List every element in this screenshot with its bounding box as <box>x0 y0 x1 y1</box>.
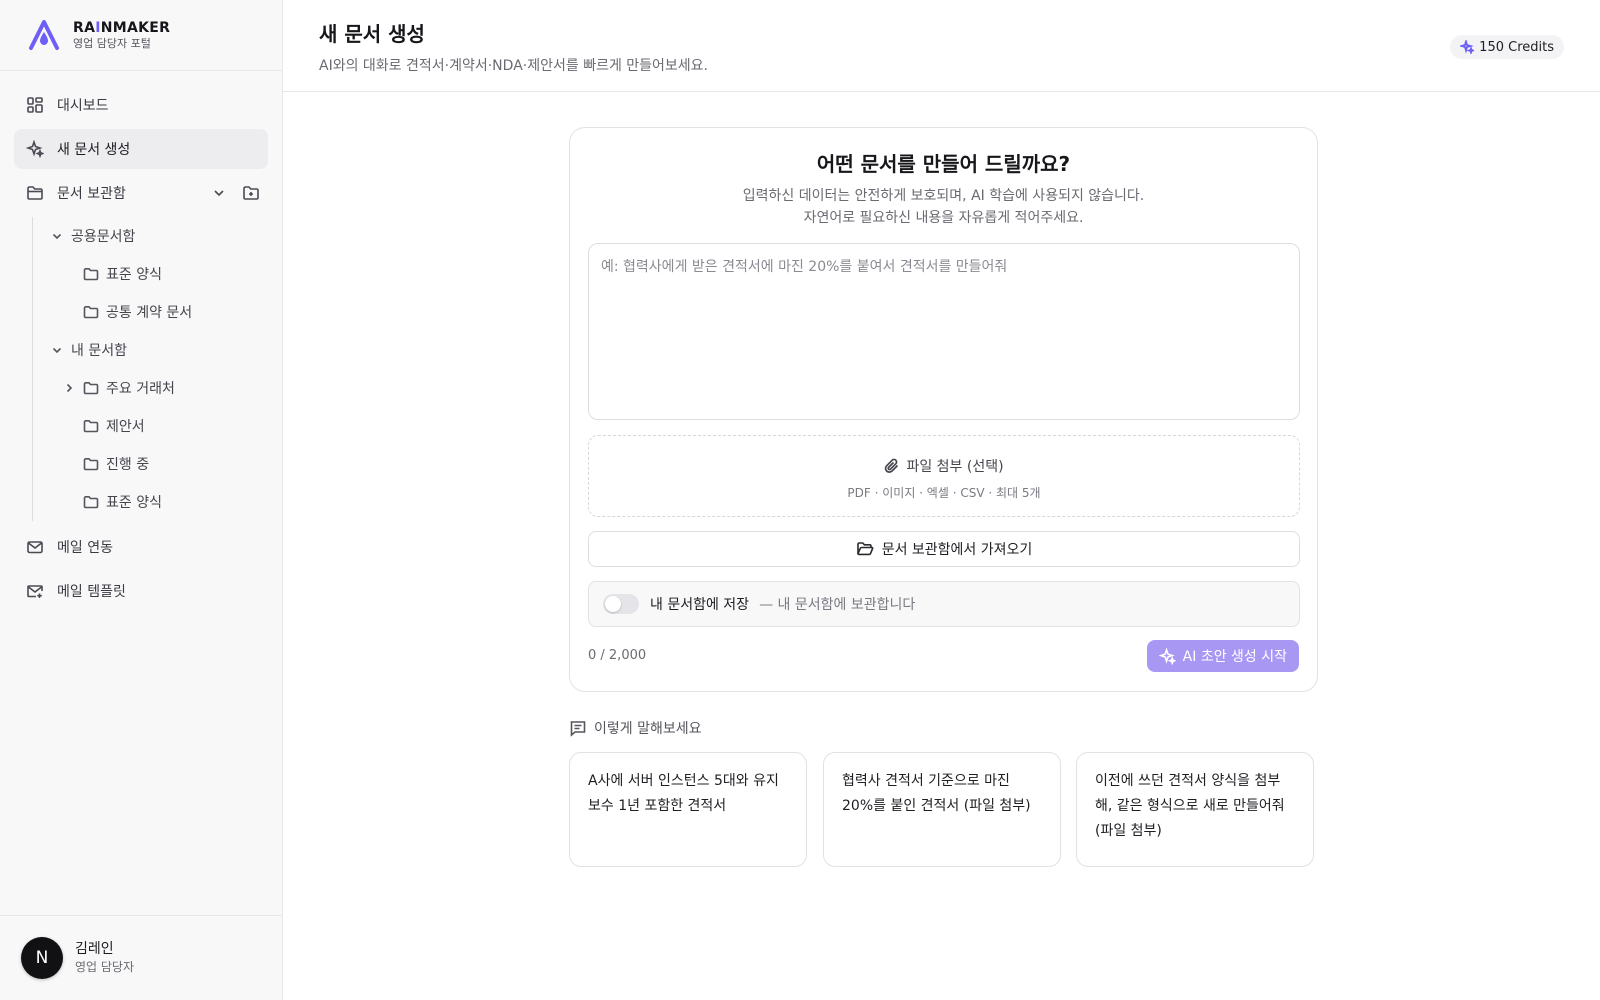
brand-text: RAINMAKER 영업 담당자 포털 <box>73 20 170 51</box>
tree-folder-my-standard-form[interactable]: 표준 양식 <box>37 483 268 521</box>
composer-description-line: 자연어로 필요하신 내용을 자유롭게 적어주세요. <box>803 210 1084 226</box>
save-toggle-hint: — 내 문서함에 보관합니다 <box>759 597 916 613</box>
tree-folder-common-contracts[interactable]: 공통 계약 문서 <box>37 293 268 331</box>
example-prompt-card[interactable]: A사에 서버 인스턴스 5대와 유지보수 1년 포함한 견적서 <box>569 752 807 867</box>
tree-folder-label: 주요 거래처 <box>106 381 175 397</box>
tree-folder-shared[interactable]: 공용문서함 <box>37 217 268 255</box>
file-attach-dropzone[interactable]: 파일 첨부 (선택) PDF · 이미지 · 엑셀 · CSV · 최대 5개 <box>588 435 1300 517</box>
archive-tree: 공용문서함 표준 양식 공통 계약 문서 내 문서함 주요 거래처 제안서 진행… <box>32 217 268 521</box>
folder-icon <box>83 306 99 319</box>
brand[interactable]: RAINMAKER 영업 담당자 포털 <box>0 0 282 71</box>
folder-icon <box>83 496 99 509</box>
tree-folder-label: 진행 중 <box>106 457 150 473</box>
generate-draft-button[interactable]: AI 초안 생성 시작 <box>1146 640 1299 672</box>
tree-folder-label: 공통 계약 문서 <box>106 305 193 321</box>
sidebar-item-label: 문서 보관함 <box>57 186 126 202</box>
prompt-input[interactable] <box>588 243 1300 420</box>
tree-folder-label: 표준 양식 <box>106 267 162 283</box>
tree-folder-label: 표준 양식 <box>106 495 162 511</box>
chevron-down-icon <box>52 347 62 354</box>
user-role: 영업 담당자 <box>75 960 135 974</box>
sidebar-item-new-document[interactable]: 새 문서 생성 <box>14 129 268 169</box>
composer-title: 어떤 문서를 만들어 드릴까요? <box>816 152 1071 176</box>
sidebar-item-label: 대시보드 <box>57 98 109 114</box>
user-info: 김레인 영업 담당자 <box>75 940 134 976</box>
page-title: 새 문서 생성 <box>319 22 425 46</box>
main-content: 새 문서 생성 AI와의 대화로 견적서·계약서·NDA·제안서를 빠르게 만들… <box>283 0 1600 1000</box>
character-counter: 0 / 2,000 <box>588 648 647 663</box>
tree-folder-label: 제안서 <box>106 419 145 435</box>
example-prompt-card[interactable]: 협력사 견적서 기준으로 마진 20%를 붙인 견적서 (파일 첨부) <box>823 752 1061 867</box>
dashboard-icon <box>27 97 43 113</box>
archive-actions <box>210 184 260 202</box>
folder-icon <box>83 382 99 395</box>
user-profile[interactable]: N 김레인 영업 담당자 <box>0 915 282 1000</box>
sidebar-item-label: 메일 연동 <box>57 540 113 556</box>
composer-description: 입력하신 데이터는 안전하게 보호되며, AI 학습에 사용되지 않습니다. 자… <box>570 185 1317 229</box>
example-prompt-card[interactable]: 이전에 쓰던 견적서 양식을 첨부해, 같은 형식으로 새로 만들어줘 (파일 … <box>1076 752 1314 867</box>
chevron-right-icon <box>66 383 73 393</box>
rainmaker-logo-icon <box>29 20 59 50</box>
folder-open-icon <box>856 542 874 556</box>
chevron-down-icon <box>52 233 62 240</box>
import-button-label: 문서 보관함에서 가져오기 <box>881 542 1033 558</box>
document-composer: 어떤 문서를 만들어 드릴까요? 입력하신 데이터는 안전하게 보호되며, AI… <box>569 127 1318 692</box>
page-subtitle: AI와의 대화로 견적서·계약서·NDA·제안서를 빠르게 만들어보세요. <box>319 58 709 74</box>
generate-button-label: AI 초안 생성 시작 <box>1182 649 1287 665</box>
folder-icon <box>83 268 99 281</box>
chevron-down-icon[interactable] <box>210 184 228 202</box>
folder-icon <box>83 458 99 471</box>
sparkle-icon <box>1460 40 1475 54</box>
message-icon <box>570 721 586 737</box>
tree-folder-mine[interactable]: 내 문서함 <box>37 331 268 369</box>
save-toggle-label: 내 문서함에 저장 <box>650 597 750 613</box>
tree-folder-key-clients[interactable]: 주요 거래처 <box>37 369 268 407</box>
sidebar: RAINMAKER 영업 담당자 포털 대시보드 새 문서 생성 문서 보관함 <box>0 0 283 1000</box>
folder-add-icon[interactable] <box>242 184 260 202</box>
avatar: N <box>21 937 63 979</box>
mail-template-icon <box>27 585 43 598</box>
sparkle-icon <box>26 140 44 158</box>
import-from-archive-button[interactable]: 문서 보관함에서 가져오기 <box>588 531 1300 567</box>
app-root: RAINMAKER 영업 담당자 포털 대시보드 새 문서 생성 문서 보관함 <box>0 0 1600 1000</box>
save-toggle[interactable] <box>603 594 639 614</box>
composer-description-line: 입력하신 데이터는 안전하게 보호되며, AI 학습에 사용되지 않습니다. <box>742 188 1145 204</box>
attach-label: 파일 첨부 (선택) <box>906 459 1004 475</box>
attach-label-row: 파일 첨부 (선택) <box>589 456 1299 476</box>
tree-folder-proposals[interactable]: 제안서 <box>37 407 268 445</box>
sidebar-item-label: 새 문서 생성 <box>57 142 131 158</box>
tree-folder-in-progress[interactable]: 진행 중 <box>37 445 268 483</box>
folder-icon <box>83 420 99 433</box>
page-header: 새 문서 생성 AI와의 대화로 견적서·계약서·NDA·제안서를 빠르게 만들… <box>283 0 1600 92</box>
save-to-my-docs-row: 내 문서함에 저장 — 내 문서함에 보관합니다 <box>588 581 1300 627</box>
mail-icon <box>27 541 43 554</box>
examples-heading-label: 이렇게 말해보세요 <box>594 721 702 737</box>
sidebar-item-mail-integration[interactable]: 메일 연동 <box>14 527 268 567</box>
user-name: 김레인 <box>75 941 114 957</box>
sidebar-item-label: 메일 템플릿 <box>57 584 126 600</box>
examples-heading: 이렇게 말해보세요 <box>569 718 702 738</box>
sidebar-nav: 대시보드 새 문서 생성 문서 보관함 공용문서함 표준 양식 공통 계약 문서… <box>0 71 282 611</box>
sidebar-item-mail-templates[interactable]: 메일 템플릿 <box>14 571 268 611</box>
folder-icon <box>27 186 43 200</box>
sidebar-item-document-archive[interactable]: 문서 보관함 <box>14 173 268 213</box>
tree-folder-standard-form[interactable]: 표준 양식 <box>37 255 268 293</box>
sidebar-item-dashboard[interactable]: 대시보드 <box>14 85 268 125</box>
brand-subtitle: 영업 담당자 포털 <box>73 36 151 50</box>
paperclip-icon <box>885 458 899 473</box>
toggle-knob <box>605 596 621 612</box>
tree-folder-label: 내 문서함 <box>71 343 127 359</box>
brand-name: RAINMAKER <box>73 19 171 36</box>
attach-hint: PDF · 이미지 · 엑셀 · CSV · 최대 5개 <box>847 486 1041 500</box>
sparkle-icon <box>1158 647 1176 665</box>
credits-label: 150 Credits <box>1479 39 1554 55</box>
credits-badge[interactable]: 150 Credits <box>1450 35 1564 59</box>
tree-folder-label: 공용문서함 <box>71 229 136 245</box>
